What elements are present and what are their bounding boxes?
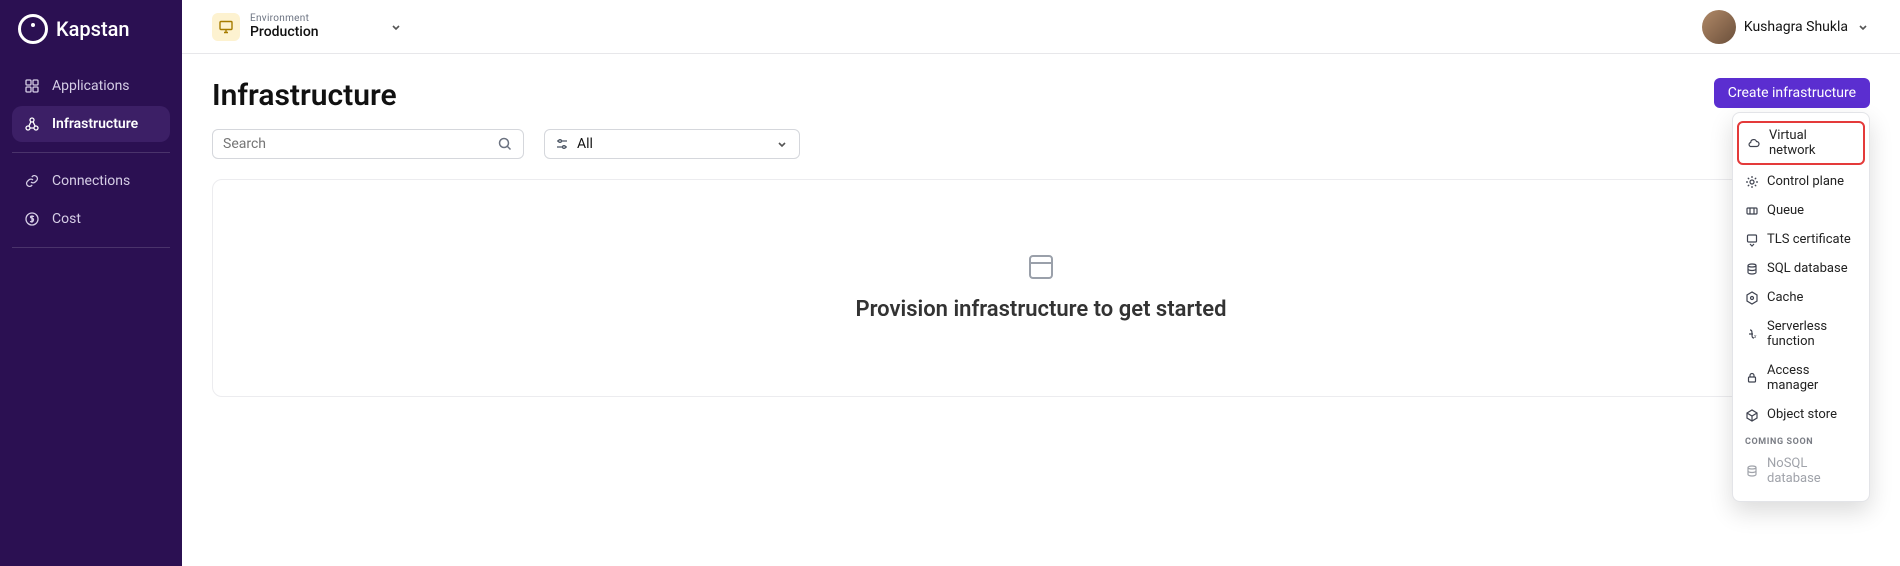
sidebar-item-cost[interactable]: Cost — [12, 201, 170, 237]
certificate-icon — [1745, 233, 1759, 247]
function-icon: x — [1745, 327, 1759, 341]
database-icon — [1745, 262, 1759, 276]
content: Infrastructure Create infrastructure Vir… — [182, 54, 1900, 421]
cloud-icon — [1747, 136, 1761, 150]
dollar-icon — [24, 211, 40, 227]
sidebar: Kapstan Applications Infrastructure Conn… — [0, 0, 182, 566]
avatar — [1702, 10, 1736, 44]
search-input[interactable] — [212, 129, 524, 159]
link-icon — [24, 173, 40, 189]
menu-item-control-plane[interactable]: Control plane — [1733, 167, 1869, 196]
box-icon — [1745, 408, 1759, 422]
sidebar-item-label: Infrastructure — [52, 116, 138, 132]
menu-item-label: TLS certificate — [1767, 232, 1851, 247]
menu-item-virtual-network[interactable]: Virtual network — [1737, 121, 1865, 165]
menu-section-coming-soon: COMING SOON — [1733, 429, 1869, 449]
queue-icon — [1745, 204, 1759, 218]
filter-value: All — [577, 136, 593, 152]
user-name: Kushagra Shukla — [1744, 19, 1848, 35]
search-icon — [497, 136, 513, 152]
sidebar-item-applications[interactable]: Applications — [12, 68, 170, 104]
lock-icon — [1745, 371, 1759, 385]
svg-text:x: x — [1753, 334, 1757, 340]
grid-icon — [24, 78, 40, 94]
menu-item-label: NoSQL database — [1767, 456, 1857, 486]
menu-item-access-manager[interactable]: Access manager — [1733, 356, 1869, 400]
menu-item-label: Control plane — [1767, 174, 1844, 189]
menu-item-queue[interactable]: Queue — [1733, 196, 1869, 225]
menu-item-label: Serverless function — [1767, 319, 1857, 349]
gear-icon — [1745, 175, 1759, 189]
filter-select[interactable]: All — [544, 129, 800, 159]
chevron-down-icon[interactable] — [389, 20, 403, 34]
menu-item-cache[interactable]: Cache — [1733, 283, 1869, 312]
controls: All — [212, 129, 1870, 159]
menu-item-label: Cache — [1767, 290, 1803, 305]
sidebar-item-label: Applications — [52, 78, 130, 94]
create-infrastructure-menu: Virtual network Control plane Queue TLS … — [1732, 112, 1870, 502]
monitor-icon — [212, 13, 240, 41]
search-field[interactable] — [223, 136, 497, 152]
logo: Kapstan — [0, 12, 182, 62]
menu-item-label: Queue — [1767, 203, 1804, 218]
cache-icon — [1745, 291, 1759, 305]
empty-state-text: Provision infrastructure to get started — [855, 297, 1226, 322]
environment-label: Environment — [250, 13, 319, 24]
user-menu[interactable]: Kushagra Shukla — [1702, 10, 1870, 44]
chevron-down-icon — [1856, 20, 1870, 34]
create-infrastructure-button[interactable]: Create infrastructure — [1714, 78, 1870, 108]
sliders-icon — [555, 137, 569, 151]
sidebar-divider — [12, 152, 170, 153]
menu-item-label: Access manager — [1767, 363, 1857, 393]
main: Environment Production Kushagra Shukla I… — [182, 0, 1900, 566]
menu-item-object-store[interactable]: Object store — [1733, 400, 1869, 429]
network-icon — [24, 116, 40, 132]
environment-selector[interactable]: Environment Production — [250, 13, 319, 40]
database-icon — [1745, 464, 1759, 478]
sidebar-item-label: Connections — [52, 173, 130, 189]
nav: Applications Infrastructure Connections … — [0, 62, 182, 262]
environment-value: Production — [250, 24, 319, 40]
page-title: Infrastructure — [212, 78, 1870, 113]
window-icon — [1029, 255, 1053, 279]
logo-icon — [18, 14, 48, 44]
empty-state-panel: Provision infrastructure to get started — [212, 179, 1870, 397]
menu-item-label: Object store — [1767, 407, 1837, 422]
sidebar-item-connections[interactable]: Connections — [12, 163, 170, 199]
menu-item-label: SQL database — [1767, 261, 1848, 276]
sidebar-item-infrastructure[interactable]: Infrastructure — [12, 106, 170, 142]
menu-item-tls-certificate[interactable]: TLS certificate — [1733, 225, 1869, 254]
chevron-down-icon — [775, 137, 789, 151]
menu-item-sql-database[interactable]: SQL database — [1733, 254, 1869, 283]
logo-text: Kapstan — [56, 17, 130, 41]
sidebar-item-label: Cost — [52, 211, 81, 227]
menu-item-label: Virtual network — [1769, 128, 1855, 158]
menu-item-serverless-function[interactable]: x Serverless function — [1733, 312, 1869, 356]
topbar: Environment Production Kushagra Shukla — [182, 0, 1900, 54]
sidebar-divider — [12, 247, 170, 248]
menu-item-nosql-database: NoSQL database — [1733, 449, 1869, 493]
